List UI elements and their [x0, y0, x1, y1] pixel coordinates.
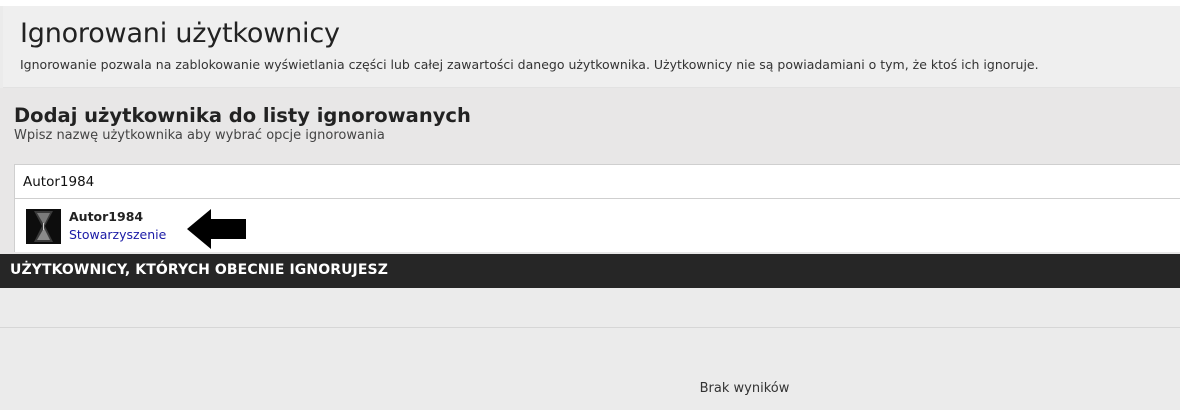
ignored-users-title: UŻYTKOWNICY, KTÓRYCH OBECNIE IGNORUJESZ — [10, 262, 388, 278]
add-section-subtitle: Wpisz nazwę użytkownika aby wybrać opcje… — [14, 128, 385, 143]
no-results-text-container: Brak wyników — [0, 381, 1180, 396]
add-ignored-user-section: Dodaj użytkownika do listy ignorowanych … — [0, 88, 1180, 254]
username-search-input[interactable] — [14, 164, 1180, 199]
arrow-left-icon — [187, 209, 246, 249]
ignored-users-header-bar: UŻYTKOWNICY, KTÓRYCH OBECNIE IGNORUJESZ — [0, 254, 1180, 288]
page-header: Ignorowani użytkownicy Ignorowanie pozwa… — [3, 6, 1180, 88]
suggestion-username: Autor1984 — [69, 209, 144, 224]
add-section-title: Dodaj użytkownika do listy ignorowanych — [14, 104, 471, 127]
page-description: Ignorowanie pozwala na zablokowanie wyśw… — [20, 57, 1039, 72]
page-title: Ignorowani użytkownicy — [20, 18, 340, 49]
no-results-text: Brak wyników — [699, 381, 790, 396]
ignored-users-list — [0, 288, 1180, 328]
avatar — [26, 209, 61, 244]
ignored-users-page: Ignorowani użytkownicy Ignorowanie pozwa… — [0, 0, 1180, 410]
suggestion-user-group: Stowarzyszenie — [69, 227, 167, 242]
